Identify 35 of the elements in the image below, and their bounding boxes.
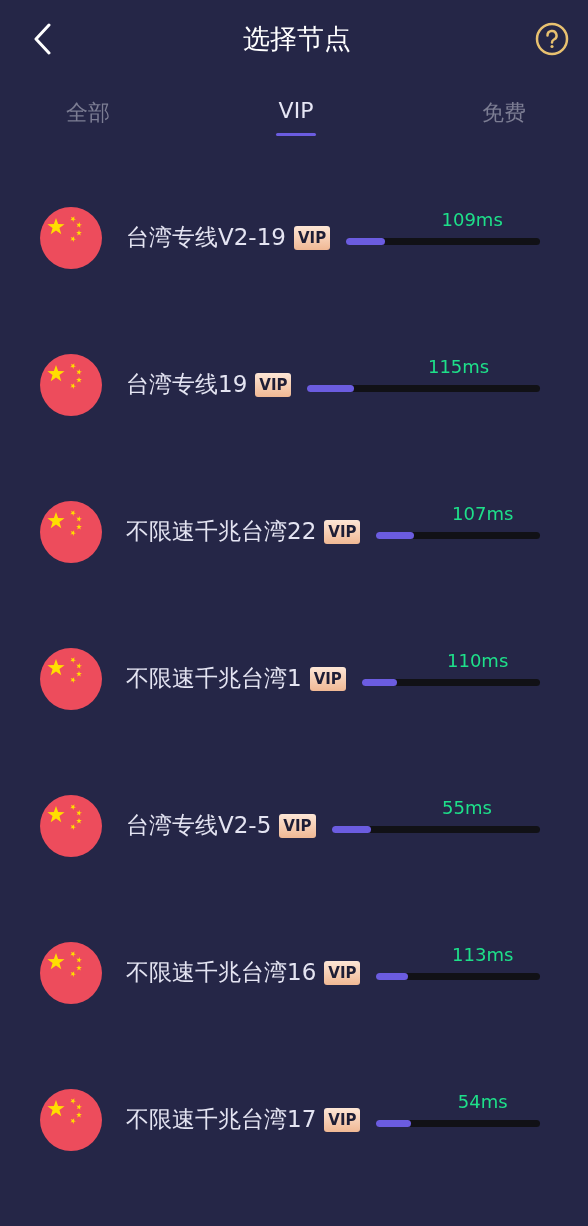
latency-label: 113ms xyxy=(451,943,514,965)
latency-label: 55ms xyxy=(441,796,492,818)
vip-badge: VIP xyxy=(324,1107,361,1132)
page-title: 选择节点 xyxy=(243,22,351,56)
vip-badge: VIP xyxy=(324,519,361,544)
node-name[interactable]: 不限速千兆台湾17 xyxy=(126,1104,317,1135)
flag-icon xyxy=(40,1088,102,1151)
node-name[interactable]: 台湾专线V2-19 xyxy=(126,222,286,253)
flag-icon xyxy=(40,500,102,563)
vip-badge: VIP xyxy=(255,372,292,397)
latency-label: 115ms xyxy=(426,355,490,377)
flag-icon xyxy=(40,647,102,710)
latency-label: 109ms xyxy=(440,208,503,230)
vip-badge: VIP xyxy=(309,666,346,691)
flag-icon xyxy=(40,353,102,416)
vip-badge: VIP xyxy=(293,225,331,250)
flag-icon xyxy=(40,941,102,1004)
node-name[interactable]: 不限速千兆台湾16 xyxy=(126,957,317,988)
vip-badge: VIP xyxy=(324,960,361,985)
node-name[interactable]: 不限速千兆台湾22 xyxy=(126,516,317,547)
help-button[interactable] xyxy=(534,21,570,57)
node-name[interactable]: 不限速千兆台湾1 xyxy=(126,663,302,694)
node-name[interactable]: 台湾专线V2-5 xyxy=(126,810,272,841)
node-name[interactable]: 台湾专线19 xyxy=(126,369,248,400)
latency-label: 110ms xyxy=(446,649,509,671)
tab[interactable]: 免费 xyxy=(482,78,526,164)
tab[interactable]: VIP xyxy=(276,78,316,164)
latency-label: 107ms xyxy=(451,502,514,524)
flag-icon xyxy=(40,206,102,269)
flag-icon xyxy=(40,794,102,857)
back-icon xyxy=(33,23,51,55)
tab[interactable]: 全部 xyxy=(66,78,110,164)
vip-badge: VIP xyxy=(279,813,316,838)
latency-label: 54ms xyxy=(456,1090,508,1112)
help-icon xyxy=(535,22,569,56)
